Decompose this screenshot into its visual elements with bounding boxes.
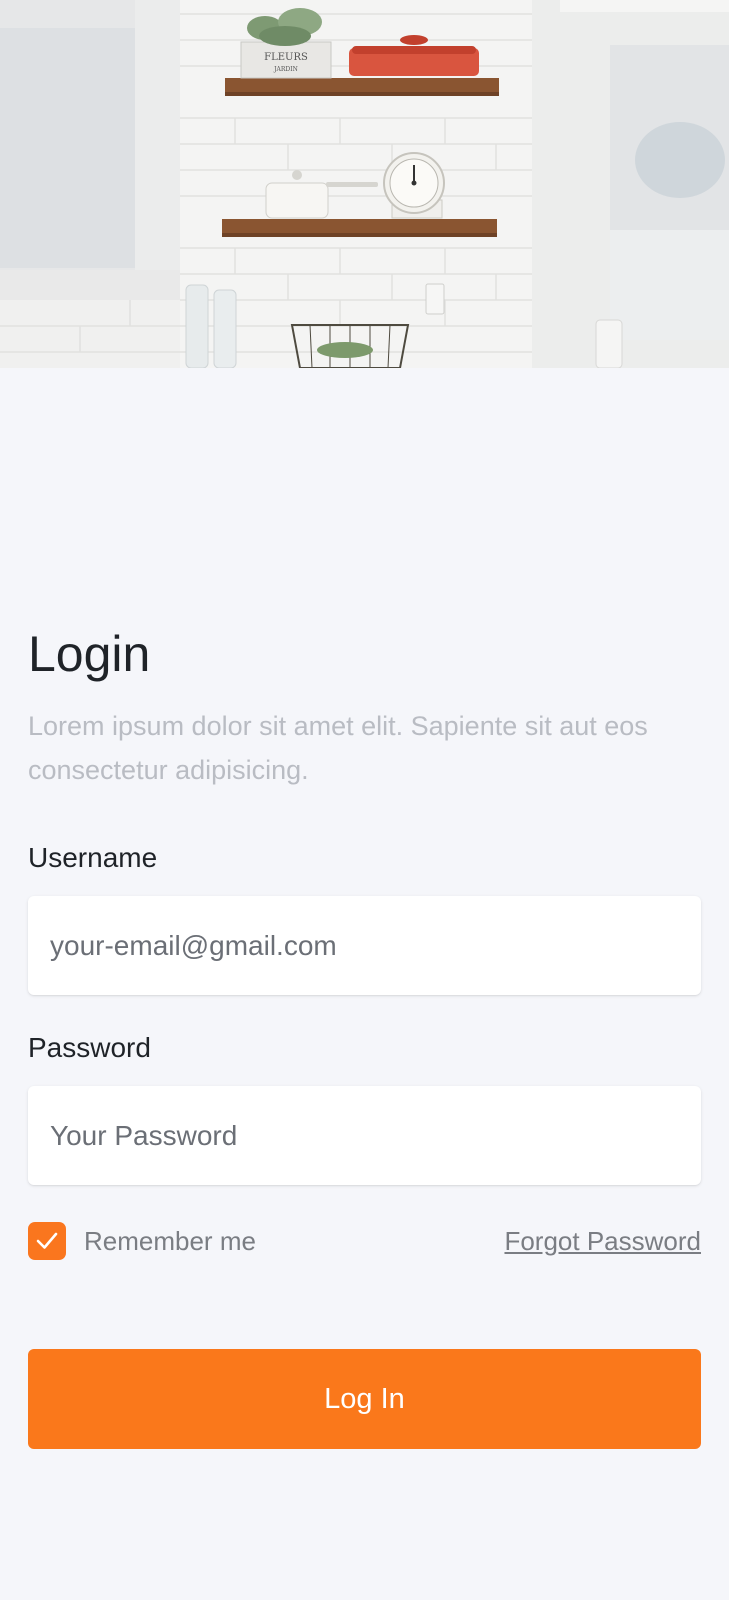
remember-checkbox[interactable] <box>28 1222 66 1260</box>
check-icon <box>36 1232 58 1249</box>
page-title: Login <box>28 626 151 682</box>
kitchen-illustration: FLEURS JARDIN <box>0 0 729 368</box>
remember-row: Remember me Forgot Password <box>28 1222 701 1260</box>
login-screen: FLEURS JARDIN Login Lorem ipsum dolor si… <box>0 0 729 1600</box>
login-button[interactable]: Log In <box>28 1349 701 1449</box>
username-input[interactable] <box>28 896 701 995</box>
remember-label[interactable]: Remember me <box>84 1224 256 1258</box>
password-input[interactable] <box>28 1086 701 1185</box>
password-label: Password <box>28 1032 151 1063</box>
page-subtitle: Lorem ipsum dolor sit amet elit. Sapient… <box>28 711 648 785</box>
hero-image: FLEURS JARDIN <box>0 0 729 368</box>
jar-label: FLEURS <box>264 52 308 63</box>
username-label: Username <box>28 842 158 873</box>
jar-sublabel: JARDIN <box>273 66 298 73</box>
forgot-password-link[interactable]: Forgot Password <box>504 1224 701 1258</box>
